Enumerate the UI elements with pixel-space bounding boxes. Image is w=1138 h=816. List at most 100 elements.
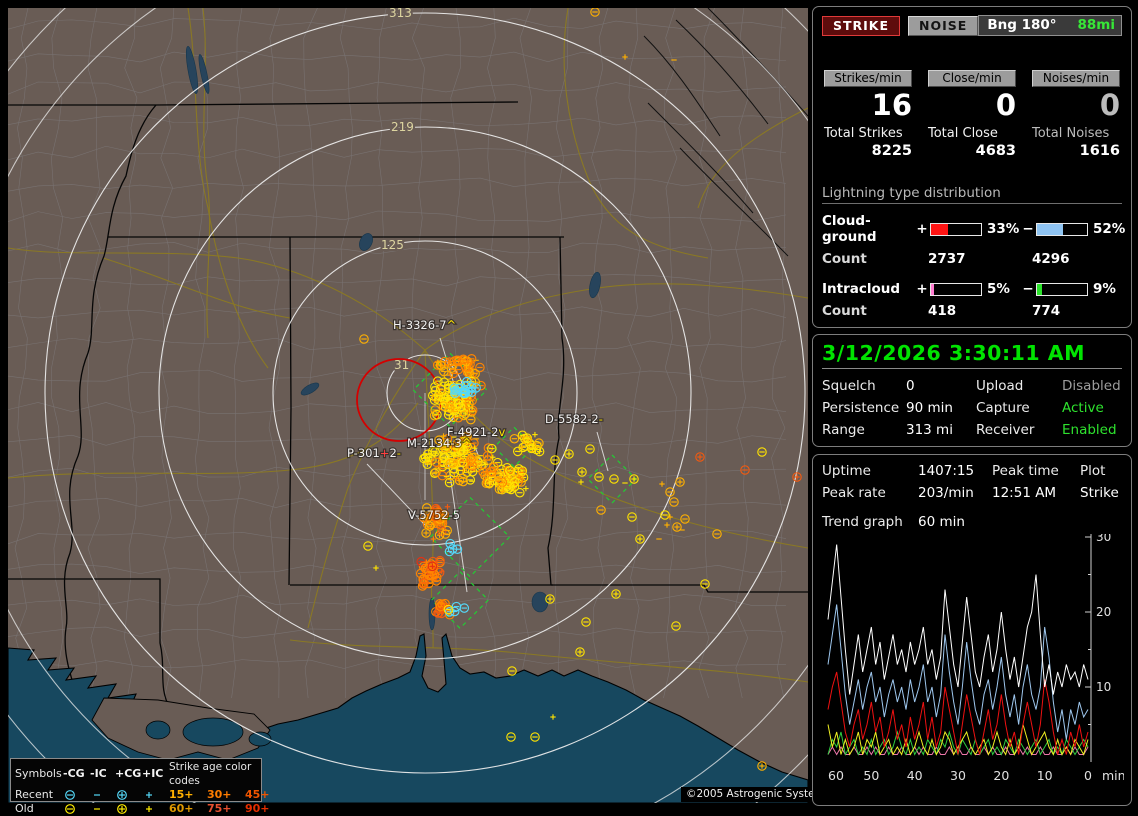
intracloud-row: Intracloud + 5% − 9%: [822, 281, 1122, 297]
ic-negative-bar: [1036, 283, 1088, 296]
ic-positive-pct: 5%: [982, 281, 1020, 297]
noises-rate-column: Noises/min 0 Total Noises 1616: [1032, 70, 1120, 159]
total-close-label: Total Close: [928, 126, 1016, 141]
minus-icon: [90, 788, 115, 802]
time-settings-panel: 3/12/2026 3:30:11 AM Squelch 0 Upload Di…: [812, 334, 1132, 447]
total-noises-label: Total Noises: [1032, 126, 1120, 141]
age-code-90plus: 90+: [245, 802, 279, 816]
stats-panel: STRIKE NOISE Bng 180° 88mi Strikes/min 1…: [812, 6, 1132, 328]
trend-window-value: 60 min: [918, 514, 1122, 530]
legend-row-recent: Recent: [15, 788, 63, 802]
close-rate-column: Close/min 0 Total Close 4683: [928, 70, 1016, 159]
cloud-ground-row: Cloud-ground + 33% − 52%: [822, 213, 1122, 245]
cg-negative-count: 4296: [1032, 251, 1122, 267]
capture-status: Active: [1062, 400, 1122, 416]
plus-sign: +: [914, 221, 930, 237]
age-code-15plus: 15+: [169, 788, 207, 802]
age-code-30plus: 30+: [207, 788, 245, 802]
age-code-75plus: 75+: [207, 802, 245, 816]
range-ring-label: 125: [381, 238, 404, 252]
legend-col-pos-cg: +CG: [115, 767, 142, 781]
legend-row-old: Old: [15, 802, 63, 816]
storm-cell-label: V-5752-5: [408, 508, 460, 522]
y-tick-label: 30: [1096, 534, 1111, 544]
y-tick-label: 10: [1096, 680, 1111, 694]
legend-symbols-title: Symbols: [15, 767, 63, 781]
capture-label: Capture: [976, 400, 1062, 416]
control-panel: STRIKE NOISE Bng 180° 88mi Strikes/min 1…: [812, 0, 1134, 812]
status-trend-panel: Uptime 1407:15 Peak time Plot Peak rate …: [812, 454, 1132, 806]
close-per-min-chip: Close/min: [928, 70, 1016, 87]
squelch-value: 0: [906, 378, 976, 394]
circle-minus-icon: [63, 802, 90, 816]
total-close-value: 4683: [928, 143, 1016, 159]
peak-time-value: 12:51 AM: [992, 485, 1080, 501]
x-tick-label: 0: [1084, 768, 1092, 783]
squelch-label: Squelch: [822, 378, 906, 394]
peak-time-header: Peak time: [992, 463, 1080, 479]
strike-mode-button[interactable]: STRIKE: [822, 16, 900, 36]
ic-positive-count: 418: [928, 303, 1032, 319]
lightning-map[interactable]: 31125219313H-3326-7^D-5582-2-F-4921-2vM-…: [8, 8, 808, 803]
x-tick-label: 50: [863, 768, 879, 783]
count-label: Count: [822, 303, 928, 319]
persistence-label: Persistence: [822, 400, 906, 416]
ic-negative-count: 774: [1032, 303, 1122, 319]
close-per-min-value: 0: [928, 88, 1016, 122]
total-noises-value: 1616: [1032, 143, 1120, 159]
circle-minus-icon: [63, 788, 90, 802]
x-tick-label: 10: [1037, 768, 1053, 783]
noises-per-min-value: 0: [1032, 88, 1120, 122]
minus-icon: [90, 802, 115, 816]
range-ring-label: 313: [389, 8, 412, 20]
uptime-value: 1407:15: [918, 463, 992, 479]
intracloud-label: Intracloud: [822, 281, 914, 297]
plus-icon: [142, 802, 169, 816]
count-label: Count: [822, 251, 928, 267]
ic-positive-bar: [930, 283, 982, 296]
legend-col-neg-cg: -CG: [63, 767, 90, 781]
bearing-label: Bng 180°: [987, 17, 1056, 33]
ic-negative-pct: 9%: [1088, 281, 1122, 297]
strikes-per-min-value: 16: [824, 88, 912, 122]
minus-sign: −: [1020, 281, 1036, 297]
legend-col-pos-ic: +IC: [142, 767, 169, 781]
storm-cell-label: P-301+2-: [347, 446, 401, 460]
upload-label: Upload: [976, 378, 1062, 394]
age-code-45plus: 45+: [245, 788, 279, 802]
noise-mode-button[interactable]: NOISE: [908, 16, 978, 36]
distribution-title: Lightning type distribution: [822, 185, 1122, 204]
intracloud-count-row: Count 418 774: [822, 303, 1122, 319]
plot-header: Plot: [1080, 463, 1122, 479]
cg-negative-bar: [1036, 223, 1088, 236]
plus-icon: [142, 788, 169, 802]
cg-negative-pct: 52%: [1088, 221, 1125, 237]
x-tick-label: 30: [950, 768, 966, 783]
cg-positive-count: 2737: [928, 251, 1032, 267]
map-canvas[interactable]: 31125219313H-3326-7^D-5582-2-F-4921-2vM-…: [8, 8, 808, 803]
trend-graph-label: Trend graph: [822, 514, 918, 530]
bearing-readout: Bng 180° 88mi: [978, 15, 1122, 36]
minus-sign: −: [1020, 221, 1036, 237]
circle-plus-icon: [115, 802, 142, 816]
cg-positive-bar: [930, 223, 982, 236]
storm-cell-label: H-3326-7^: [393, 318, 456, 332]
plus-sign: +: [914, 281, 930, 297]
legend-col-neg-ic: -IC: [90, 767, 115, 781]
cloud-ground-label: Cloud-ground: [822, 213, 914, 245]
map-legend: Symbols -CG -IC +CG +IC Strike age color…: [10, 758, 262, 802]
strikes-per-min-chip: Strikes/min: [824, 70, 912, 87]
upload-status: Disabled: [1062, 378, 1122, 394]
x-tick-label: 60: [828, 768, 844, 783]
receiver-label: Receiver: [976, 422, 1062, 438]
y-tick-label: 20: [1096, 605, 1111, 619]
legend-age-title: Strike age color codes: [169, 760, 279, 788]
storm-cell-label: M-2134-3^: [407, 436, 471, 450]
range-label: Range: [822, 422, 906, 438]
storm-cell-label: D-5582-2-: [545, 412, 603, 426]
range-value: 313 mi: [906, 422, 976, 438]
cloud-ground-count-row: Count 2737 4296: [822, 251, 1122, 267]
persistence-value: 90 min: [906, 400, 976, 416]
peak-rate-value: 203/min: [918, 485, 992, 501]
bearing-distance: 88mi: [1078, 17, 1115, 33]
